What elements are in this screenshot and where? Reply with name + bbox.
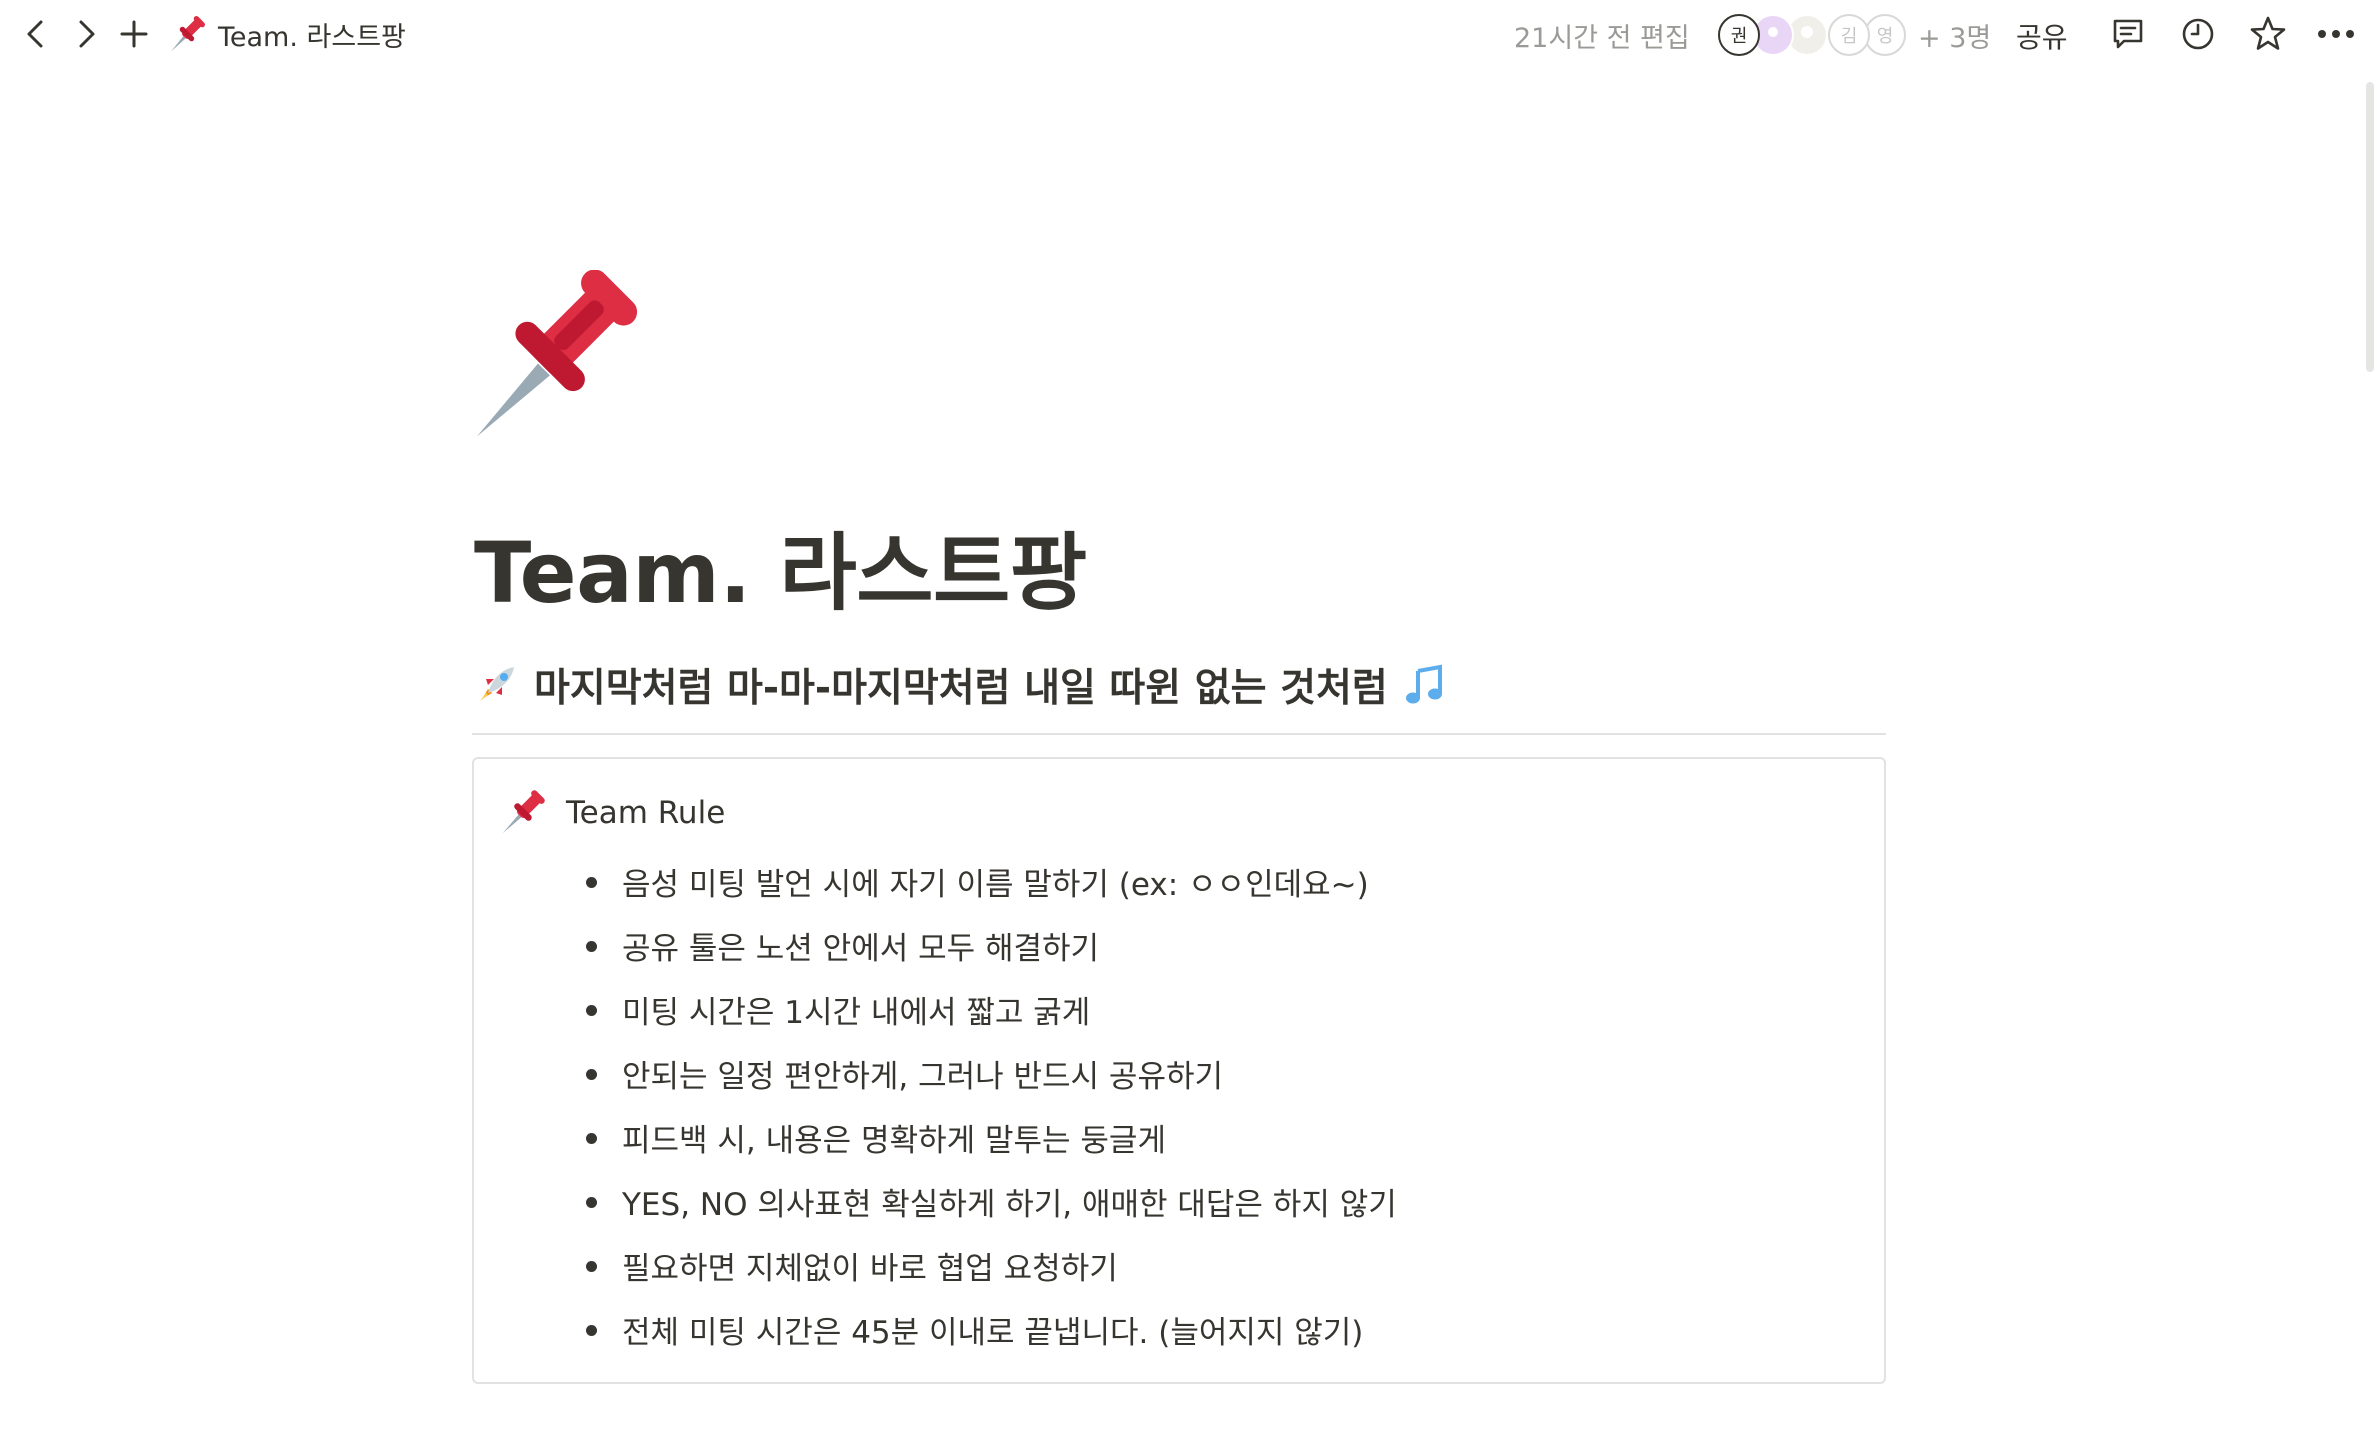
- list-item[interactable]: 음성 미팅 발언 시에 자기 이름 말하기 (ex: ㅇㅇ인데요~): [574, 849, 1397, 913]
- bullet: [586, 1133, 597, 1144]
- pushpin-icon: [502, 790, 545, 834]
- bullet: [586, 1261, 597, 1272]
- bullet: [586, 1005, 597, 1016]
- heading-text: 마지막처럼 마-마-마지막처럼 내일 따윈 없는 것처럼: [534, 666, 1388, 711]
- bullet: [586, 1197, 597, 1208]
- list-item[interactable]: 공유 툴은 노션 안에서 모두 해결하기: [574, 913, 1397, 977]
- list-item[interactable]: 전체 미팅 시간은 45분 이내로 끝냅니다. (늘어지지 않기): [574, 1297, 1397, 1361]
- callout-icon[interactable]: [500, 789, 546, 835]
- share-button[interactable]: 공유: [2016, 16, 2068, 56]
- star-icon: [2250, 16, 2286, 50]
- bullet: [586, 1325, 597, 1336]
- user-icon: [1801, 26, 1813, 38]
- more-icon: [2318, 30, 2354, 38]
- user-icon: [1768, 27, 1778, 37]
- page-heading[interactable]: 마지막처럼 마-마-마지막처럼 내일 따윈 없는 것처럼: [474, 655, 1446, 715]
- scrollbar[interactable]: [2363, 68, 2377, 1435]
- topbar: Team. 라스트팡 21시간 전 편집 권 김 영 + 3명 공유: [0, 0, 2377, 68]
- list-item[interactable]: 미팅 시간은 1시간 내에서 짧고 굵게: [574, 977, 1397, 1041]
- rocket-icon: [480, 667, 514, 701]
- updates-button[interactable]: [2176, 12, 2220, 56]
- page-icon[interactable]: [470, 269, 640, 440]
- avatar[interactable]: 권: [1718, 14, 1760, 56]
- bullet: [586, 877, 597, 888]
- list-item[interactable]: 안되는 일정 편안하게, 그러나 반드시 공유하기: [574, 1041, 1397, 1105]
- list-item[interactable]: YES, NO 의사표현 확실하게 하기, 애매한 대답은 하지 않기: [574, 1169, 1397, 1233]
- more-members-count[interactable]: + 3명: [1918, 16, 1991, 55]
- rule-list: 음성 미팅 발언 시에 자기 이름 말하기 (ex: ㅇㅇ인데요~) 공유 툴은…: [574, 849, 1397, 1361]
- history-icon: [2182, 18, 2214, 50]
- topbar-actions: 21시간 전 편집 권 김 영 + 3명 공유: [0, 0, 2377, 68]
- last-edited-text: 21시간 전 편집: [1514, 23, 1690, 54]
- avatar[interactable]: 영: [1864, 14, 1906, 56]
- divider: [472, 733, 1886, 735]
- list-item[interactable]: 피드백 시, 내용은 명확하게 말투는 둥글게: [574, 1105, 1397, 1169]
- bullet: [586, 941, 597, 952]
- callout-title[interactable]: Team Rule: [566, 795, 725, 831]
- music-note-icon: [1405, 664, 1442, 704]
- favorite-button[interactable]: [2246, 12, 2290, 56]
- more-options-button[interactable]: [2314, 12, 2358, 56]
- scrollbar-thumb[interactable]: [2366, 82, 2374, 372]
- comments-button[interactable]: [2106, 12, 2150, 56]
- comment-icon: [2113, 19, 2143, 49]
- avatar[interactable]: 김: [1828, 14, 1870, 56]
- callout-team-rule[interactable]: Team Rule 음성 미팅 발언 시에 자기 이름 말하기 (ex: ㅇㅇ인…: [472, 757, 1886, 1384]
- pushpin-icon: [476, 269, 638, 437]
- bullet: [586, 1069, 597, 1080]
- page-title[interactable]: Team. 라스트팡: [474, 506, 1087, 627]
- list-item[interactable]: 필요하면 지체없이 바로 협업 요청하기: [574, 1233, 1397, 1297]
